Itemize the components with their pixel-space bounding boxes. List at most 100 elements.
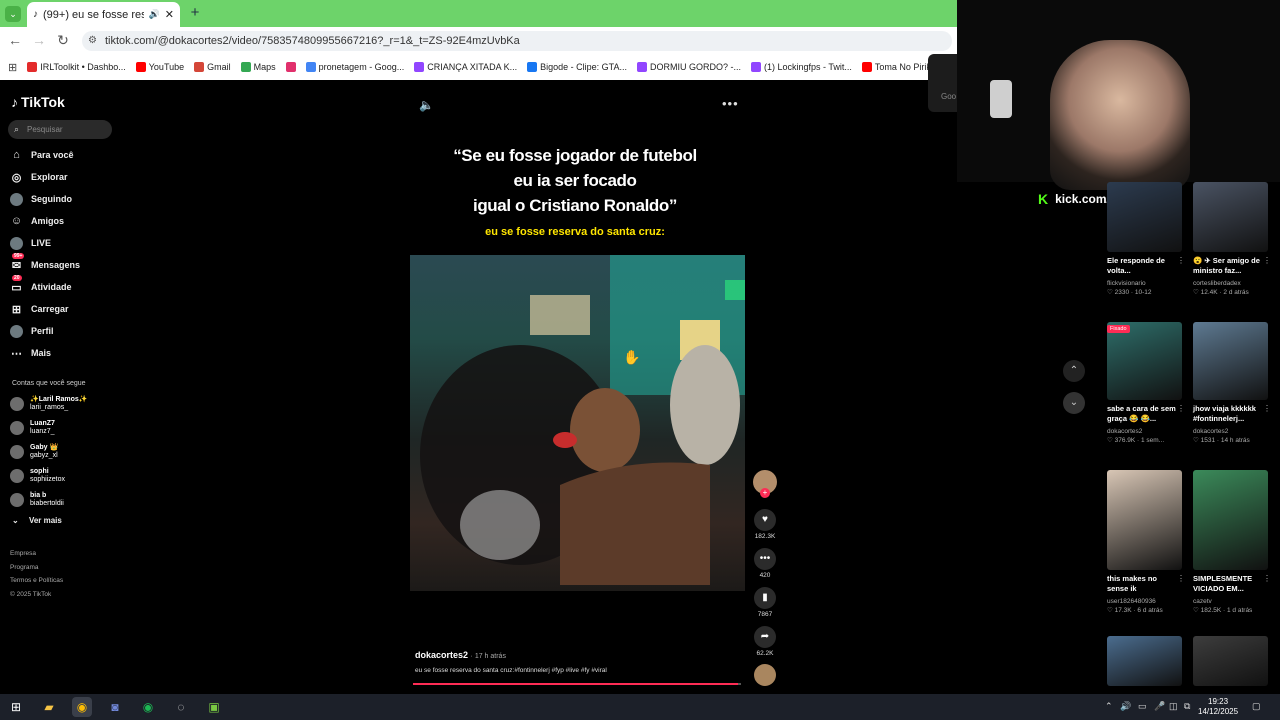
- display-tray-icon[interactable]: ▭: [1138, 701, 1147, 712]
- sidebar-item-atividade[interactable]: ▭ 20 Atividade: [10, 274, 120, 296]
- volume-tray-icon[interactable]: 🔊: [1120, 701, 1131, 712]
- obs-mini-panel: Goo: [928, 54, 957, 112]
- chrome-icon[interactable]: ◉: [72, 697, 92, 717]
- close-tab-icon[interactable]: ✕: [165, 8, 174, 21]
- app-tray-icon[interactable]: ◫: [1169, 701, 1178, 712]
- mic-tray-icon[interactable]: 🎤: [1154, 701, 1165, 712]
- more-options-icon[interactable]: ⋮: [1177, 404, 1185, 413]
- bookmark-item[interactable]: (1) Lockingfps - Twit...: [750, 62, 852, 72]
- new-tab-button[interactable]: +: [188, 5, 202, 21]
- comment-button[interactable]: ••• 420: [753, 548, 777, 579]
- sidebar-item-carregar[interactable]: ⊞ Carregar: [10, 300, 120, 318]
- video-thumbnail: [1107, 182, 1182, 252]
- footer-link[interactable]: Programa: [10, 564, 39, 571]
- save-button[interactable]: ▮ 7867: [753, 587, 777, 618]
- video-subcaption: eu se fosse reserva do santa cruz:: [485, 226, 665, 238]
- browser-tab[interactable]: ♪ (99+) eu se fosse reserva do 🔊 ✕: [27, 2, 180, 27]
- kick-logo-icon: K: [1035, 191, 1052, 207]
- more-options-icon[interactable]: ⋮: [1263, 404, 1271, 413]
- volume-icon[interactable]: 🔈: [419, 98, 434, 112]
- clock[interactable]: 19:23 14/12/2025: [1198, 697, 1238, 717]
- footer-link[interactable]: Empresa: [10, 550, 36, 557]
- video-player[interactable]: [410, 255, 745, 591]
- tab-list-button[interactable]: ⌄: [5, 6, 21, 22]
- bookmark-item[interactable]: YouTube: [135, 62, 184, 72]
- bookmark-item[interactable]: Gmail: [194, 62, 231, 72]
- video-card[interactable]: this makes no sense ik ⋮ user1826480936 ♡ 1…: [1107, 470, 1189, 615]
- network-tray-icon[interactable]: ⧉: [1184, 701, 1190, 712]
- video-card[interactable]: [1193, 636, 1275, 686]
- apps-icon[interactable]: ⊞: [8, 61, 17, 74]
- sidebar-item-live[interactable]: ● LIVE: [10, 234, 120, 252]
- video-card[interactable]: SIMPLESMENTE VICIADO EM... ⋮ cazetv ♡ 182.5…: [1193, 470, 1275, 615]
- creator-avatar[interactable]: +: [753, 470, 777, 498]
- messages-icon: ✉ 99+: [11, 252, 25, 272]
- see-more-button[interactable]: ⌄ Ver mais: [12, 516, 62, 525]
- bookmark-favicon-icon: [750, 62, 761, 72]
- forward-button[interactable]: →: [30, 31, 48, 49]
- back-button[interactable]: ←: [6, 31, 24, 49]
- sidebar-item-label: LIVE: [31, 238, 52, 248]
- more-options-icon[interactable]: ⋮: [1177, 574, 1185, 583]
- sidebar-item-para-você[interactable]: ⌂ Para você: [10, 146, 120, 164]
- previous-video-button[interactable]: ⌃: [1063, 360, 1085, 382]
- account-names: Gaby 👑 gabyz_xl: [30, 444, 58, 460]
- bookmark-item[interactable]: DORMIU GORDO? -...: [636, 62, 741, 72]
- reload-button[interactable]: ↻: [54, 31, 72, 49]
- more-options-icon[interactable]: ⋮: [1177, 256, 1185, 265]
- bookmark-item[interactable]: Bigode - Clipe: GTA...: [527, 62, 627, 72]
- next-video-button[interactable]: ⌄: [1063, 392, 1085, 414]
- video-author[interactable]: dokacortes2 · 17 h atrás: [415, 650, 506, 660]
- video-card[interactable]: Fixado sabe a cara de sem graça 😂 😂... ⋮ do…: [1107, 322, 1189, 445]
- speaker-icon[interactable]: 🔊: [149, 9, 160, 20]
- site-info-icon[interactable]: ⚙: [88, 31, 97, 51]
- followed-account[interactable]: ✨Laril Ramos✨ larii_ramos_: [10, 394, 120, 414]
- file-explorer-icon[interactable]: ▰: [39, 697, 59, 717]
- obs-icon[interactable]: ◌: [171, 697, 191, 717]
- bookmark-favicon-icon: [527, 62, 538, 72]
- tiktok-logo[interactable]: ♪ TikTok: [11, 94, 65, 110]
- sidebar-item-mais[interactable]: ⋯ Mais: [10, 344, 120, 362]
- pinned-badge: Fixado: [1107, 325, 1130, 333]
- bookmark-item[interactable]: [285, 62, 296, 72]
- footer-link[interactable]: Termos e Políticas: [10, 577, 63, 584]
- sidebar-item-seguindo[interactable]: ● Seguindo: [10, 190, 120, 208]
- discord-icon[interactable]: ◙: [105, 697, 125, 717]
- like-button[interactable]: ♥ 182.3K: [753, 509, 777, 540]
- bookmark-item[interactable]: CRIANÇA XITADA K...: [414, 62, 517, 72]
- video-progress-bar[interactable]: [413, 683, 741, 685]
- address-bar[interactable]: ⚙ tiktok.com/@dokacortes2/video/75835748…: [82, 31, 952, 51]
- sidebar-item-mensagens[interactable]: ✉ 99+ Mensagens: [10, 252, 120, 274]
- windows-start-icon[interactable]: ⊞: [6, 697, 26, 717]
- tray-overflow-icon[interactable]: ⌃: [1105, 701, 1113, 712]
- video-card[interactable]: [1107, 636, 1189, 686]
- search-input[interactable]: ⌕ Pesquisar: [8, 120, 112, 139]
- followed-account[interactable]: LuanZ7 luanz7_: [10, 418, 120, 438]
- followed-account[interactable]: Gaby 👑 gabyz_xl: [10, 442, 120, 462]
- bookmark-item[interactable]: pronetagem - Goog...: [305, 62, 404, 72]
- bookmark-item[interactable]: IRLToolkit • Dashbo...: [27, 62, 126, 72]
- followed-account[interactable]: bia b biabertoldii: [10, 490, 120, 510]
- spotify-icon[interactable]: ◉: [138, 697, 158, 717]
- comment-icon: •••: [754, 548, 776, 570]
- follow-plus-icon[interactable]: +: [760, 488, 770, 498]
- video-card[interactable]: Ele responde de volta... ⋮ flickvisionario…: [1107, 182, 1189, 297]
- sidebar-item-explorar[interactable]: ◎ Explorar: [10, 168, 120, 186]
- more-options-icon[interactable]: •••: [722, 96, 739, 111]
- more-options-icon[interactable]: ⋮: [1263, 574, 1271, 583]
- followed-account[interactable]: sophi sophiizetox: [10, 466, 120, 486]
- sidebar-item-label: Atividade: [31, 282, 72, 292]
- bookmark-item[interactable]: Maps: [240, 62, 276, 72]
- video-card[interactable]: jhow viaja kkkkkk #fontinnelerj... ⋮ dokac…: [1193, 322, 1275, 445]
- more-options-icon[interactable]: ⋮: [1263, 256, 1271, 265]
- video-card[interactable]: 😮 ✈ Ser amigo de ministro faz... ⋮ cortesl…: [1193, 182, 1275, 297]
- notifications-icon[interactable]: ▢: [1252, 701, 1261, 712]
- sidebar-item-amigos[interactable]: ☺ Amigos: [10, 212, 120, 230]
- sidebar-item-perfil[interactable]: ● Perfil: [10, 322, 120, 340]
- account-name: bia b: [30, 492, 47, 499]
- music-disc[interactable]: [753, 664, 777, 688]
- tiktok-note-icon: ♪: [11, 94, 18, 110]
- share-icon: ➦: [754, 626, 776, 648]
- app-icon[interactable]: ▣: [204, 697, 224, 717]
- share-button[interactable]: ➦ 62.2K: [753, 626, 777, 657]
